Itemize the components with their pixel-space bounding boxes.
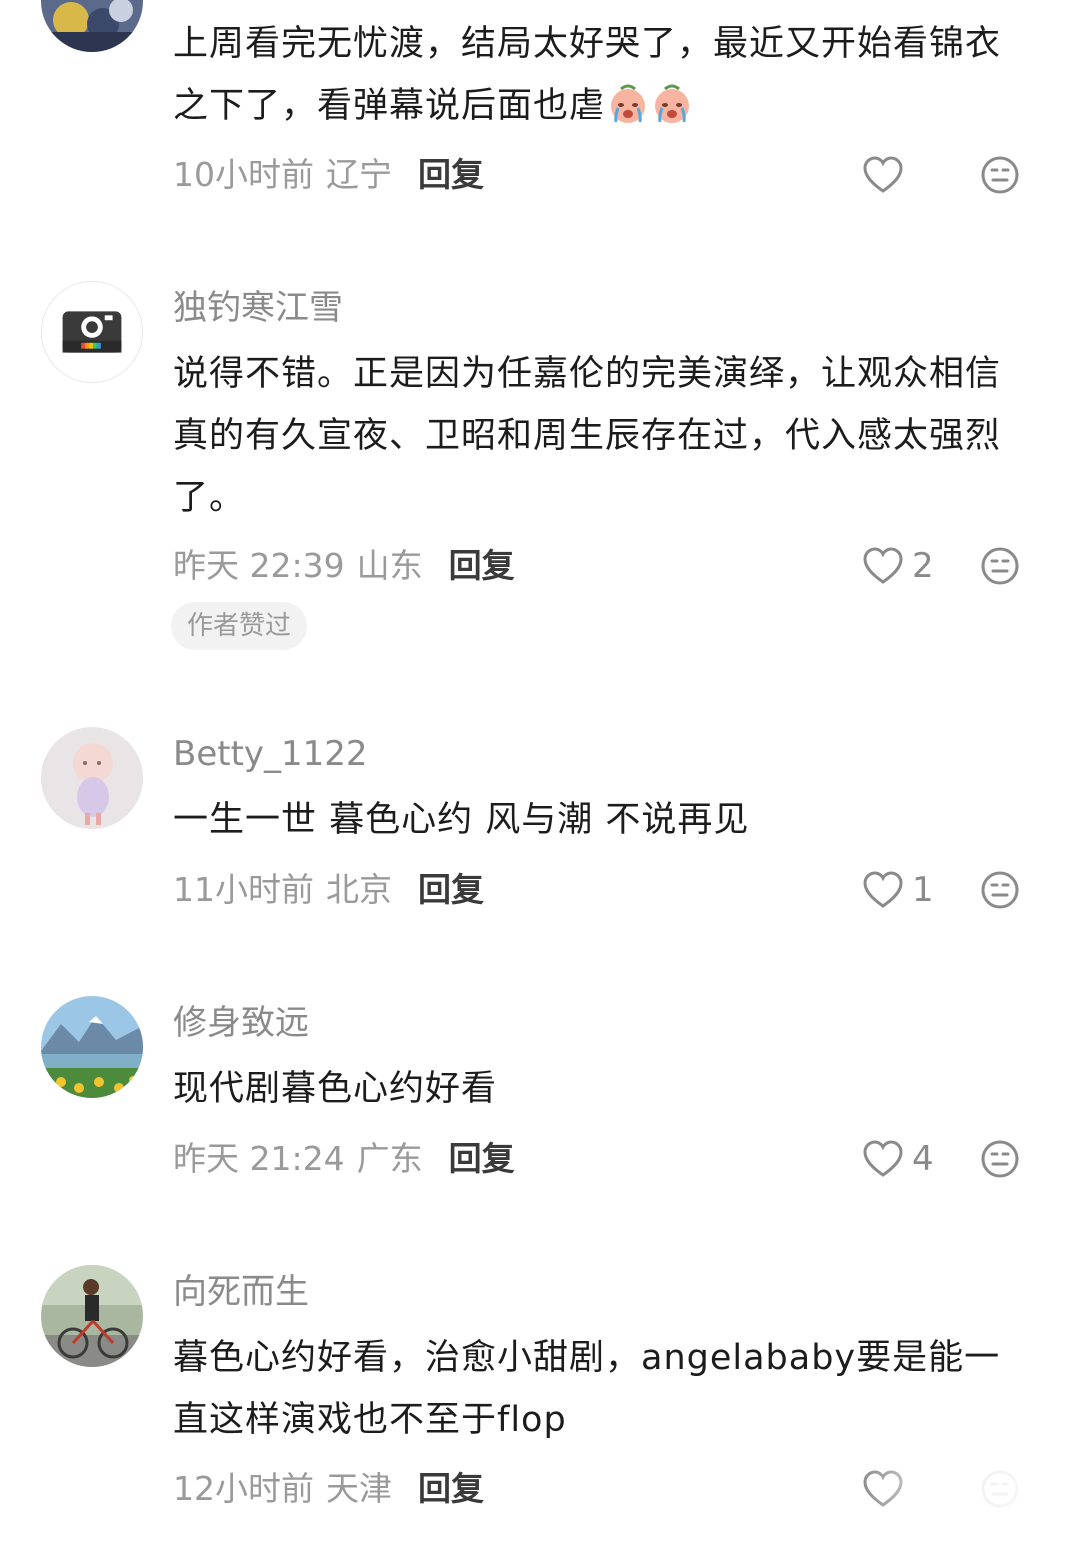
comment-meta: 昨天 22:39 山东 回复 — [173, 544, 515, 588]
comment-username[interactable]: 修身致远 — [173, 1003, 309, 1043]
avatar[interactable] — [41, 0, 143, 52]
comment-username[interactable]: 独钓寒江雪 — [173, 288, 343, 328]
like-button[interactable] — [862, 153, 912, 197]
reply-button[interactable]: 回复 — [449, 544, 515, 588]
author-liked-badge: 作者赞过 — [171, 602, 308, 650]
dislike-button[interactable] — [980, 544, 1020, 588]
neutral-face-icon — [981, 156, 1019, 194]
avatar-image — [41, 0, 143, 52]
comment-text: 说得不错。正是因为任嘉伦的完美演绎，让观众相信真的有久宣夜、卫昭和周生辰存在过，… — [173, 354, 1002, 518]
comment-region: 辽宁 — [326, 155, 392, 194]
like-count: 1 — [912, 870, 934, 910]
comment-time: 10小时前 — [173, 155, 314, 194]
comment-username[interactable]: 向死而生 — [173, 1272, 309, 1312]
avatar[interactable] — [41, 727, 143, 829]
comment-text: 上周看完无忧渡，结局太好哭了，最近又开始看锦衣之下了，看弹幕说后面也虐 — [173, 13, 1033, 137]
crying-face-emoji — [655, 84, 690, 123]
like-count: 4 — [912, 1139, 934, 1179]
comment-time: 11小时前 — [173, 870, 314, 909]
comment-time: 昨天 21:24 — [173, 1139, 345, 1178]
avatar-image — [41, 1265, 143, 1367]
neutral-face-icon — [981, 871, 1019, 909]
comment-region: 北京 — [326, 870, 392, 909]
avatar-image — [41, 996, 143, 1098]
comment-username[interactable]: Betty_1122 — [173, 734, 368, 774]
heart-outline-icon — [863, 547, 903, 584]
bottom-right-fade-overlay — [860, 1456, 1080, 1542]
reply-button[interactable]: 回复 — [449, 1137, 515, 1181]
comment-text-body: 上周看完无忧渡，结局太好哭了，最近又开始看锦衣之下了，看弹幕说后面也虐 — [173, 24, 1002, 126]
like-count: 2 — [912, 546, 934, 586]
dislike-button[interactable] — [980, 153, 1020, 197]
reply-button[interactable]: 回复 — [418, 1467, 484, 1511]
comment-time: 12小时前 — [173, 1469, 314, 1508]
reply-button[interactable]: 回复 — [418, 868, 484, 912]
neutral-face-icon — [981, 1140, 1019, 1178]
heart-outline-icon — [863, 1140, 903, 1177]
avatar[interactable] — [41, 1265, 143, 1367]
like-button[interactable]: 2 — [862, 544, 934, 588]
like-button[interactable]: 4 — [862, 1137, 934, 1181]
dislike-button[interactable] — [980, 868, 1020, 912]
avatar[interactable] — [41, 996, 143, 1098]
avatar-image — [42, 282, 142, 382]
comment-text: 现代剧暮色心约好看 — [173, 1069, 498, 1109]
comment-meta: 12小时前 天津 回复 — [173, 1467, 484, 1511]
comment-meta: 10小时前 辽宁 回复 — [173, 153, 484, 197]
heart-outline-icon — [863, 156, 903, 193]
dislike-button[interactable] — [980, 1137, 1020, 1181]
avatar-image — [41, 727, 143, 829]
comment-region: 天津 — [326, 1469, 392, 1508]
reply-button[interactable]: 回复 — [418, 153, 484, 197]
neutral-face-icon — [981, 547, 1019, 585]
comment-meta: 11小时前 北京 回复 — [173, 868, 484, 912]
comment-meta: 昨天 21:24 广东 回复 — [173, 1137, 515, 1181]
comment-text: 暮色心约好看，治愈小甜剧，angelababy要是能一直这样演戏也不至于flop — [173, 1338, 1001, 1440]
comment-region: 广东 — [356, 1139, 423, 1178]
comment-time: 昨天 22:39 — [173, 546, 345, 585]
like-button[interactable]: 1 — [862, 868, 934, 912]
comment-text: 一生一世 暮色心约 风与潮 不说再见 — [173, 800, 750, 840]
crying-face-emoji — [611, 84, 646, 123]
avatar[interactable] — [41, 281, 143, 383]
heart-outline-icon — [863, 871, 903, 908]
comment-region: 山东 — [356, 546, 423, 585]
